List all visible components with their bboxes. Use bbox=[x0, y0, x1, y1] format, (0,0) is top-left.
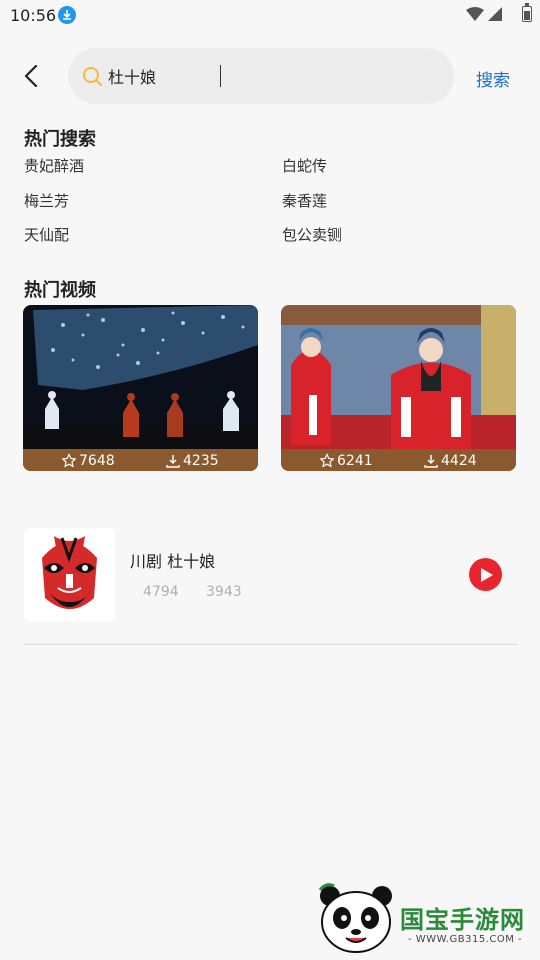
watermark-brand: 国宝手游网 bbox=[400, 906, 525, 934]
download-notification-icon bbox=[58, 6, 76, 24]
status-time: 10:56 bbox=[10, 6, 57, 25]
opera-mask-thumbnail bbox=[24, 528, 115, 621]
download-icon bbox=[166, 455, 180, 468]
video-stats-bar: 6241 4424 bbox=[281, 449, 516, 471]
downloads-count: 4235 bbox=[183, 453, 219, 469]
text-cursor bbox=[220, 65, 221, 87]
back-button[interactable] bbox=[18, 60, 48, 92]
hot-search-title: 热门搜索 bbox=[24, 129, 96, 150]
downloads-stat: 4235 bbox=[165, 453, 219, 469]
likes-count: 7648 bbox=[79, 453, 115, 469]
panda-logo-icon bbox=[318, 883, 392, 953]
watermark-url: - WWW.GB315.COM - bbox=[408, 934, 523, 945]
status-bar: 10:56 bbox=[0, 0, 540, 32]
star-icon bbox=[319, 453, 335, 468]
result-title: 川剧 杜十娘 bbox=[130, 552, 216, 571]
hot-search-item[interactable]: 天仙配 bbox=[24, 224, 69, 245]
back-arrow-icon bbox=[24, 64, 38, 88]
hot-search-item[interactable]: 秦香莲 bbox=[282, 190, 327, 211]
wifi-icon bbox=[466, 7, 484, 21]
video-card[interactable]: 7648 4235 bbox=[23, 305, 258, 491]
hot-search-item[interactable]: 贵妃醉酒 bbox=[24, 155, 84, 176]
hot-search-item[interactable]: 白蛇传 bbox=[282, 155, 327, 176]
video-thumbnail: 7648 4235 bbox=[23, 305, 258, 471]
hot-search-item[interactable]: 梅兰芳 bbox=[24, 190, 69, 211]
star-icon bbox=[61, 453, 77, 468]
search-icon bbox=[83, 67, 102, 86]
downloads-count: 4424 bbox=[441, 453, 477, 469]
watermark-logo: 国宝手游网 - WWW.GB315.COM - bbox=[316, 880, 536, 956]
search-box[interactable] bbox=[68, 48, 454, 104]
hot-search-item[interactable]: 包公卖铡 bbox=[282, 224, 342, 245]
search-button[interactable]: 搜索 bbox=[476, 66, 510, 91]
hot-videos-title: 热门视频 bbox=[24, 280, 96, 301]
search-input[interactable] bbox=[108, 63, 428, 89]
divider bbox=[24, 644, 518, 645]
likes-stat: 6241 bbox=[319, 453, 373, 469]
video-thumbnail: 6241 4424 bbox=[281, 305, 516, 471]
result-downloads: 3943 bbox=[206, 584, 242, 600]
likes-stat: 7648 bbox=[61, 453, 115, 469]
signal-icon bbox=[488, 7, 502, 21]
search-result-item[interactable]: 川剧 杜十娘 4794 3943 bbox=[24, 528, 518, 624]
download-icon bbox=[424, 455, 438, 468]
video-stats-bar: 7648 4235 bbox=[23, 449, 258, 471]
downloads-stat: 4424 bbox=[423, 453, 477, 469]
video-card[interactable]: 6241 4424 bbox=[281, 305, 516, 491]
play-button[interactable] bbox=[469, 558, 502, 591]
battery-icon bbox=[522, 3, 532, 22]
result-views: 4794 bbox=[143, 584, 179, 600]
play-icon bbox=[481, 568, 493, 582]
likes-count: 6241 bbox=[337, 453, 373, 469]
